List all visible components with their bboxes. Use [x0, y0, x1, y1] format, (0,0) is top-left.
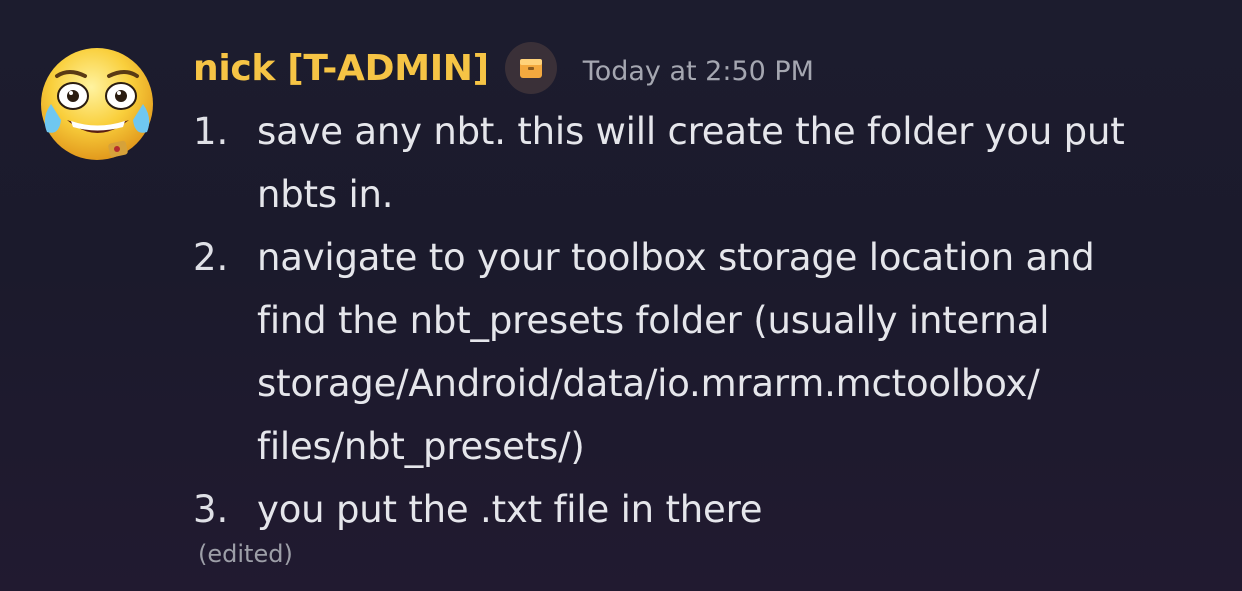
- text-line: files/nbt_presets/): [257, 425, 585, 468]
- list-item: 3. you put the .txt file in there: [193, 478, 1233, 541]
- username[interactable]: nick [T-ADMIN]: [193, 48, 489, 89]
- list-text: save any nbt. this will create the folde…: [257, 100, 1233, 226]
- user-avatar[interactable]: [37, 46, 157, 166]
- text-line: save any nbt. this will create the folde…: [257, 110, 1125, 153]
- text-line: find the nbt_presets folder (usually int…: [257, 299, 1050, 342]
- list-item: 2. navigate to your toolbox storage loca…: [193, 226, 1233, 478]
- list-number: 2.: [193, 236, 229, 279]
- edited-label: (edited): [198, 540, 293, 568]
- list-text: you put the .txt file in there: [257, 478, 1233, 541]
- list-number: 3.: [193, 488, 229, 531]
- list-text: navigate to your toolbox storage locatio…: [257, 226, 1233, 478]
- text-line: storage/Android/data/io.mrarm.mctoolbox/: [257, 362, 1040, 405]
- list-number: 1.: [193, 110, 229, 153]
- message-header: nick [T-ADMIN] Today at 2:50 PM: [193, 38, 814, 98]
- message-timestamp[interactable]: Today at 2:50 PM: [583, 50, 814, 87]
- text-line: navigate to your toolbox storage locatio…: [257, 236, 1095, 279]
- message-list: 1. save any nbt. this will create the fo…: [193, 100, 1233, 541]
- text-line: you put the .txt file in there: [257, 488, 763, 531]
- list-item: 1. save any nbt. this will create the fo…: [193, 100, 1233, 226]
- text-line: nbts in.: [257, 173, 394, 216]
- joy-tears-emoji-icon: [41, 48, 153, 160]
- box-icon[interactable]: [504, 42, 557, 94]
- chat-message: nick [T-ADMIN] Today at 2:50 PM 1. save …: [0, 0, 1242, 591]
